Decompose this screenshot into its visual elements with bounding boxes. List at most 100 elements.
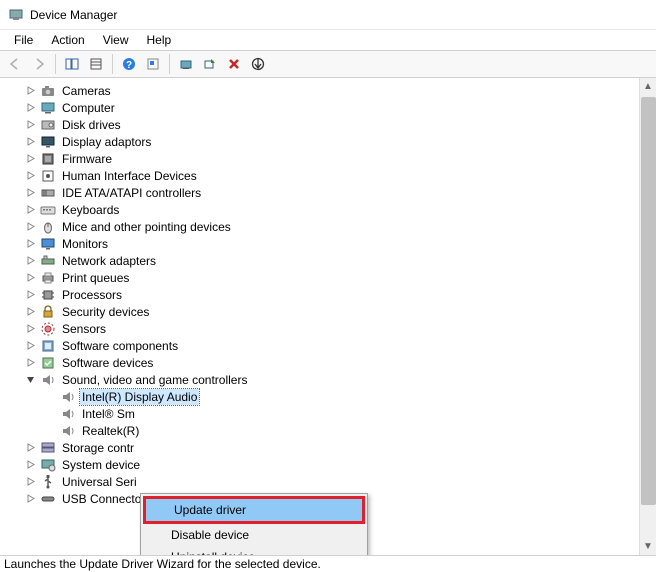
tree-category[interactable]: Firmware bbox=[10, 150, 656, 167]
chevron-right-icon[interactable] bbox=[24, 306, 36, 318]
forward-button[interactable] bbox=[28, 53, 50, 75]
usb-c-icon bbox=[40, 491, 56, 507]
tree-label: Software devices bbox=[60, 355, 155, 371]
chevron-right-icon[interactable] bbox=[24, 221, 36, 233]
tree-category[interactable]: Display adaptors bbox=[10, 133, 656, 150]
context-menu: Update driver Disable deviceUninstall dev… bbox=[140, 493, 368, 556]
chevron-down-icon[interactable] bbox=[24, 374, 36, 386]
chevron-right-icon[interactable] bbox=[24, 493, 36, 505]
help-button[interactable]: ? bbox=[118, 53, 140, 75]
scroll-up-button[interactable]: ▲ bbox=[640, 78, 656, 95]
chevron-right-icon[interactable] bbox=[24, 170, 36, 182]
context-menu-item[interactable]: Update driver bbox=[146, 499, 362, 521]
chevron-right-icon[interactable] bbox=[24, 187, 36, 199]
tree-label: Sensors bbox=[60, 321, 108, 337]
tree-label: Cameras bbox=[60, 83, 113, 99]
chevron-right-icon[interactable] bbox=[24, 340, 36, 352]
tree-leaf-spacer bbox=[44, 408, 56, 420]
chevron-right-icon[interactable] bbox=[24, 289, 36, 301]
tree-label: Storage contr bbox=[60, 440, 136, 456]
update-driver-button[interactable] bbox=[175, 53, 197, 75]
action-button[interactable] bbox=[142, 53, 164, 75]
menu-help[interactable]: Help bbox=[139, 31, 180, 49]
tree-category[interactable]: Storage contr bbox=[10, 439, 656, 456]
back-button[interactable] bbox=[4, 53, 26, 75]
disable-button[interactable] bbox=[247, 53, 269, 75]
monitor-icon bbox=[40, 236, 56, 252]
tree-category[interactable]: Network adapters bbox=[10, 252, 656, 269]
tree-category[interactable]: Processors bbox=[10, 286, 656, 303]
tree-category[interactable]: Monitors bbox=[10, 235, 656, 252]
tree-category[interactable]: Human Interface Devices bbox=[10, 167, 656, 184]
status-text: Launches the Update Driver Wizard for th… bbox=[4, 557, 321, 571]
chevron-right-icon[interactable] bbox=[24, 204, 36, 216]
network-icon bbox=[40, 253, 56, 269]
camera-icon bbox=[40, 83, 56, 99]
tree-label: Security devices bbox=[60, 304, 151, 320]
tree-category[interactable]: Universal Seri bbox=[10, 473, 656, 490]
chevron-right-icon[interactable] bbox=[24, 357, 36, 369]
tree-label: Universal Seri bbox=[60, 474, 139, 490]
tree-label: Computer bbox=[60, 100, 117, 116]
tree-category[interactable]: Keyboards bbox=[10, 201, 656, 218]
tree-label: Sound, video and game controllers bbox=[60, 372, 249, 388]
scan-hardware-button[interactable] bbox=[199, 53, 221, 75]
menu-file[interactable]: File bbox=[6, 31, 41, 49]
speaker-icon bbox=[60, 423, 76, 439]
chevron-right-icon[interactable] bbox=[24, 136, 36, 148]
tree-category[interactable]: Mice and other pointing devices bbox=[10, 218, 656, 235]
vertical-scrollbar[interactable]: ▲ ▼ bbox=[639, 78, 656, 555]
tree-label: Disk drives bbox=[60, 117, 123, 133]
chevron-right-icon[interactable] bbox=[24, 119, 36, 131]
context-menu-item[interactable]: Uninstall device bbox=[143, 546, 365, 556]
chevron-right-icon[interactable] bbox=[24, 238, 36, 250]
tree-device[interactable]: Realtek(R) bbox=[10, 422, 656, 439]
tree-leaf-spacer bbox=[44, 425, 56, 437]
tree-device[interactable]: Intel® Sm bbox=[10, 405, 656, 422]
tree-category[interactable]: Software devices bbox=[10, 354, 656, 371]
show-hide-button[interactable] bbox=[61, 53, 83, 75]
toolbar-separator bbox=[112, 54, 113, 74]
status-bar: Launches the Update Driver Wizard for th… bbox=[0, 556, 656, 572]
tree-label: Human Interface Devices bbox=[60, 168, 199, 184]
chevron-right-icon[interactable] bbox=[24, 102, 36, 114]
chevron-right-icon[interactable] bbox=[24, 323, 36, 335]
menu-view[interactable]: View bbox=[95, 31, 137, 49]
tree-category[interactable]: Sensors bbox=[10, 320, 656, 337]
tree-label: Print queues bbox=[60, 270, 131, 286]
chevron-right-icon[interactable] bbox=[24, 255, 36, 267]
titlebar: Device Manager bbox=[0, 0, 656, 30]
tree-category[interactable]: Security devices bbox=[10, 303, 656, 320]
scroll-down-button[interactable]: ▼ bbox=[640, 538, 656, 555]
softdev-icon bbox=[40, 355, 56, 371]
tree-category[interactable]: Sound, video and game controllers bbox=[10, 371, 656, 388]
chevron-right-icon[interactable] bbox=[24, 272, 36, 284]
chevron-right-icon[interactable] bbox=[24, 476, 36, 488]
lock-icon bbox=[40, 304, 56, 320]
properties-button[interactable] bbox=[85, 53, 107, 75]
tree-category[interactable]: System device bbox=[10, 456, 656, 473]
chevron-right-icon[interactable] bbox=[24, 442, 36, 454]
scrollbar-thumb[interactable] bbox=[641, 97, 656, 505]
tree-label: Mice and other pointing devices bbox=[60, 219, 233, 235]
tree-category[interactable]: IDE ATA/ATAPI controllers bbox=[10, 184, 656, 201]
tree-category[interactable]: Software components bbox=[10, 337, 656, 354]
tree-label: Monitors bbox=[60, 236, 110, 252]
printer-icon bbox=[40, 270, 56, 286]
chevron-right-icon[interactable] bbox=[24, 459, 36, 471]
menu-action[interactable]: Action bbox=[43, 31, 92, 49]
tree-category[interactable]: Cameras bbox=[10, 82, 656, 99]
computer-icon bbox=[40, 100, 56, 116]
tree-category[interactable]: Disk drives bbox=[10, 116, 656, 133]
context-menu-item[interactable]: Disable device bbox=[143, 524, 365, 546]
component-icon bbox=[40, 338, 56, 354]
speaker-icon bbox=[60, 406, 76, 422]
tree-category[interactable]: Print queues bbox=[10, 269, 656, 286]
chevron-right-icon[interactable] bbox=[24, 85, 36, 97]
highlight-box: Update driver bbox=[143, 496, 365, 524]
tree-category[interactable]: Computer bbox=[10, 99, 656, 116]
app-icon bbox=[8, 7, 24, 23]
tree-device[interactable]: Intel(R) Display Audio bbox=[10, 388, 656, 405]
uninstall-button[interactable] bbox=[223, 53, 245, 75]
chevron-right-icon[interactable] bbox=[24, 153, 36, 165]
